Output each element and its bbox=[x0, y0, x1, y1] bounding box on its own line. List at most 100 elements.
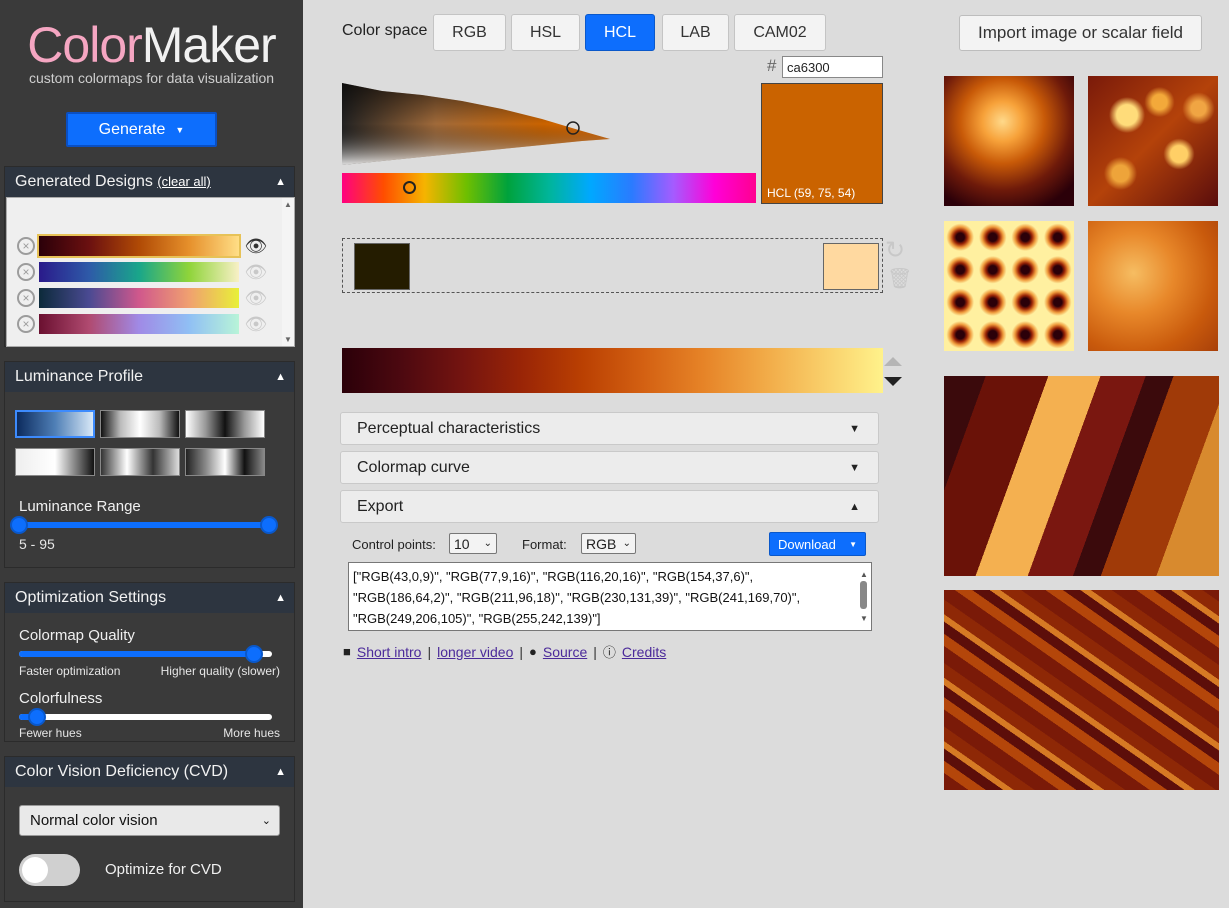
sidebar: ColorMaker custom colormaps for data vis… bbox=[0, 0, 303, 908]
refresh-icon[interactable]: ↻ bbox=[885, 236, 905, 265]
hue-marker[interactable] bbox=[403, 181, 416, 194]
profile-diverging-dark-option[interactable] bbox=[185, 410, 265, 438]
designs-scrollbar[interactable]: ▲ ▼ bbox=[282, 198, 294, 346]
chevron-down-icon: ⌄ bbox=[261, 815, 271, 827]
optimization-panel: Optimization Settings ▲ Colormap Quality… bbox=[4, 582, 295, 742]
collapse-icon[interactable]: ▲ bbox=[275, 592, 286, 604]
luminance-range-track[interactable] bbox=[19, 522, 269, 528]
longer-video-link[interactable]: longer video bbox=[437, 644, 513, 660]
eye-icon[interactable]: 👁 bbox=[242, 315, 270, 333]
preview-thumbnail-smooth[interactable] bbox=[944, 76, 1074, 206]
scroll-up-icon[interactable]: ▲ bbox=[284, 200, 292, 209]
info-icon: ⓘ bbox=[602, 645, 616, 660]
design-row: × 👁 bbox=[17, 286, 270, 310]
separator: | bbox=[593, 643, 597, 660]
design-row: × 👁 bbox=[17, 312, 270, 336]
cvd-title: Color Vision Deficiency (CVD) bbox=[15, 763, 229, 780]
cvd-select[interactable]: Normal color vision ⌄ bbox=[19, 805, 280, 836]
generated-designs-header[interactable]: Generated Designs (clear all) ▲ bbox=[5, 167, 294, 197]
designs-list[interactable]: × 👁 × 👁 × 👁 × 👁 ▲ ▼ bbox=[6, 197, 295, 347]
remove-design-icon[interactable]: × bbox=[17, 263, 35, 281]
caret-down-icon: ▼ bbox=[175, 124, 185, 135]
design-colormap[interactable] bbox=[39, 314, 239, 334]
collapse-icon[interactable]: ▲ bbox=[275, 766, 286, 778]
design-colormap[interactable] bbox=[37, 234, 241, 258]
export-output[interactable]: ["RGB(43,0,9)", "RGB(77,9,16)", "RGB(116… bbox=[348, 562, 872, 631]
color-stop-start[interactable] bbox=[354, 243, 410, 290]
move-up-icon[interactable] bbox=[884, 357, 902, 366]
download-button[interactable]: Download ▼ bbox=[769, 532, 866, 556]
remove-design-icon[interactable]: × bbox=[17, 237, 35, 255]
trash-icon[interactable]: 🗑 bbox=[887, 266, 912, 291]
scroll-down-icon[interactable]: ▼ bbox=[860, 608, 868, 629]
export-accordion[interactable]: Export ▲ bbox=[340, 490, 879, 523]
color-space-hcl-button[interactable]: HCL bbox=[585, 14, 655, 51]
color-space-cam02-button[interactable]: CAM02 bbox=[734, 14, 826, 51]
color-space-rgb-button[interactable]: RGB bbox=[433, 14, 506, 51]
profile-cyclic-option[interactable] bbox=[185, 448, 265, 476]
luminance-profile-header[interactable]: Luminance Profile ▲ bbox=[5, 362, 294, 392]
optimization-header[interactable]: Optimization Settings ▲ bbox=[5, 583, 294, 613]
preview-thumbnail-noise[interactable] bbox=[1088, 76, 1218, 206]
scroll-down-icon[interactable]: ▼ bbox=[284, 335, 292, 344]
chevron-down-icon: ▼ bbox=[849, 422, 860, 435]
remove-design-icon[interactable]: × bbox=[17, 289, 35, 307]
import-button[interactable]: Import image or scalar field bbox=[959, 15, 1202, 51]
cvd-header[interactable]: Color Vision Deficiency (CVD) ▲ bbox=[5, 757, 294, 787]
swatch-label: HCL (59, 75, 54) bbox=[767, 186, 856, 200]
choropleth-map-2[interactable] bbox=[944, 590, 1219, 790]
luminance-min-handle[interactable] bbox=[10, 516, 28, 534]
profile-diverging-light-option[interactable] bbox=[100, 410, 180, 438]
preview-thumbnail-grid[interactable] bbox=[944, 221, 1074, 351]
generate-label: Generate bbox=[98, 120, 166, 138]
control-points-select[interactable]: 10 ⌄ bbox=[449, 533, 497, 554]
collapse-icon[interactable]: ▲ bbox=[275, 371, 286, 383]
remove-design-icon[interactable]: × bbox=[17, 315, 35, 333]
color-stops-area[interactable] bbox=[342, 238, 883, 293]
cvd-toggle[interactable] bbox=[19, 854, 80, 886]
eye-icon[interactable]: 👁 bbox=[242, 289, 270, 307]
eye-icon[interactable]: 👁 bbox=[242, 263, 270, 281]
optimization-title: Optimization Settings bbox=[15, 589, 167, 606]
github-icon: ● bbox=[529, 644, 537, 659]
color-space-lab-button[interactable]: LAB bbox=[662, 14, 729, 51]
profile-wave-option[interactable] bbox=[15, 448, 95, 476]
perceptual-accordion[interactable]: Perceptual characteristics ▼ bbox=[340, 412, 879, 445]
colorfulness-slider-handle[interactable] bbox=[27, 708, 46, 726]
export-scrollbar[interactable]: ▲ ▼ bbox=[857, 563, 871, 630]
curve-accordion[interactable]: Colormap curve ▼ bbox=[340, 451, 879, 484]
profile-multi-option[interactable] bbox=[100, 448, 180, 476]
clear-all-link[interactable]: (clear all) bbox=[157, 174, 210, 189]
colorfulness-high-label: More hues bbox=[223, 726, 280, 740]
chroma-luminance-plot[interactable] bbox=[342, 83, 622, 173]
collapse-icon[interactable]: ▲ bbox=[275, 176, 286, 188]
design-row: × 👁 bbox=[17, 234, 270, 258]
quality-slider-handle[interactable] bbox=[245, 645, 264, 663]
preview-thumbnail-field[interactable] bbox=[1088, 221, 1218, 351]
color-stop-end[interactable] bbox=[823, 243, 879, 290]
move-down-icon[interactable] bbox=[884, 377, 902, 386]
profile-linear-option[interactable] bbox=[15, 410, 95, 438]
toggle-knob bbox=[22, 857, 48, 883]
luminance-max-handle[interactable] bbox=[260, 516, 278, 534]
help-links: ■ Short intro | longer video | ● Source … bbox=[343, 642, 666, 661]
app-logo: ColorMaker bbox=[27, 17, 276, 73]
format-select[interactable]: RGB ⌄ bbox=[581, 533, 636, 554]
design-colormap[interactable] bbox=[39, 288, 239, 308]
scroll-thumb[interactable] bbox=[860, 581, 867, 609]
curve-accordion-label: Colormap curve bbox=[357, 458, 470, 476]
short-intro-link[interactable]: Short intro bbox=[357, 644, 422, 660]
eye-icon[interactable]: 👁 bbox=[242, 237, 270, 255]
cvd-panel: Color Vision Deficiency (CVD) ▲ Normal c… bbox=[4, 756, 295, 902]
color-space-hsl-button[interactable]: HSL bbox=[511, 14, 580, 51]
colorfulness-label: Colorfulness bbox=[19, 690, 103, 707]
generate-button[interactable]: Generate ▼ bbox=[66, 112, 217, 147]
choropleth-map-1[interactable] bbox=[944, 376, 1219, 576]
source-link[interactable]: Source bbox=[543, 644, 587, 660]
hex-input[interactable]: ca6300 bbox=[782, 56, 883, 78]
design-colormap[interactable] bbox=[39, 262, 239, 282]
color-space-label: Color space bbox=[342, 22, 428, 39]
credits-link[interactable]: Credits bbox=[622, 644, 666, 660]
chevron-up-icon: ▲ bbox=[849, 500, 860, 513]
quality-high-label: Higher quality (slower) bbox=[160, 664, 280, 678]
